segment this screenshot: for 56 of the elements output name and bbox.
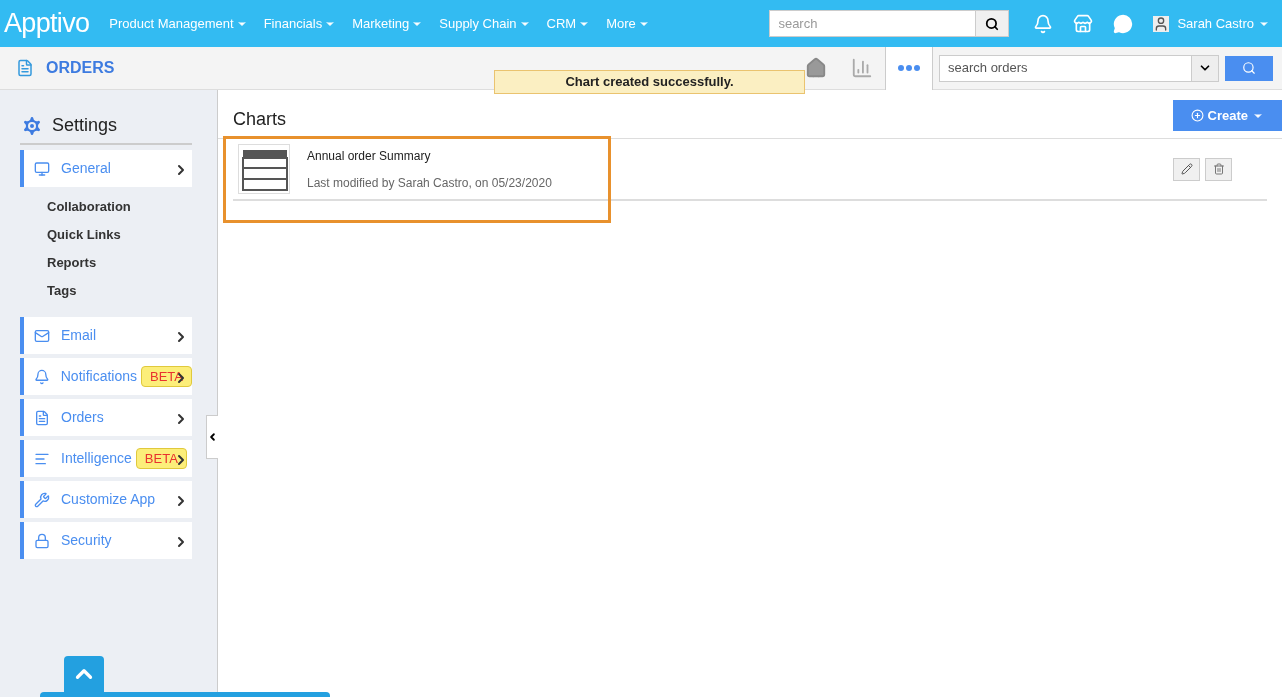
search-icon [1242, 61, 1256, 75]
avatar-icon [1153, 15, 1170, 32]
trash-icon [1212, 163, 1225, 175]
store-icon[interactable] [1073, 13, 1094, 34]
nav-menu[interactable]: Supply Chain [439, 13, 531, 34]
table-icon [238, 144, 290, 194]
delete-button[interactable] [1205, 157, 1232, 181]
bell-icon [34, 368, 50, 385]
lock-icon [34, 532, 50, 549]
edit-button[interactable] [1173, 157, 1200, 181]
plus-icon [1190, 109, 1204, 122]
chevron-icon [207, 431, 218, 443]
create-button[interactable]: Create [1172, 100, 1282, 131]
sidebar-link[interactable]: Reports [47, 253, 192, 281]
sidebar-link[interactable]: Collaboration [47, 197, 192, 225]
nav-menu[interactable]: Product Management [109, 13, 248, 34]
collapse-handle[interactable] [206, 415, 218, 459]
chart-name[interactable]: Annual order Summary [307, 146, 552, 165]
dots-icon [898, 65, 920, 71]
sidebar-title: Settings [52, 114, 118, 137]
monitor-icon [34, 160, 50, 177]
bar-chart-icon[interactable] [851, 57, 873, 79]
nav-menu[interactable]: Financials [263, 13, 337, 34]
nav-menu[interactable]: CRM [546, 13, 591, 34]
nav-menu[interactable]: More [606, 13, 650, 34]
search-button[interactable] [976, 10, 1010, 37]
sidebar-item[interactable]: Security [20, 522, 192, 559]
sidebar-link[interactable]: Quick Links [47, 225, 192, 253]
sidebar-item[interactable]: Intelligence BETA [20, 440, 192, 477]
scroll-up-button[interactable] [64, 656, 104, 692]
order-search-field[interactable]: search orders [939, 54, 1192, 82]
chart-meta: Last modified by Sarah Castro, on 05/23/2020 [307, 174, 552, 192]
bell-icon[interactable] [1033, 13, 1054, 34]
search-field[interactable]: search [769, 10, 977, 37]
sidebar-item[interactable]: General [20, 150, 192, 187]
toast-message: Chart created successfully. [494, 70, 805, 94]
sidebar-item[interactable]: Customize App [20, 481, 192, 518]
sidebar-link[interactable]: Tags [47, 281, 192, 309]
pencil-icon [1180, 163, 1193, 175]
dropdown-button[interactable] [1192, 54, 1219, 82]
nav-menu[interactable]: Marketing [352, 13, 424, 34]
app-logo[interactable]: Apptivo [4, 3, 90, 44]
document-icon [34, 409, 50, 426]
chat-icon[interactable] [1113, 13, 1134, 34]
home-icon[interactable] [805, 57, 827, 79]
wrench-icon [34, 491, 50, 508]
sidebar-item[interactable]: Email [20, 317, 192, 354]
search-icon [985, 16, 1000, 31]
envelope-icon [34, 327, 50, 344]
page-title: Charts [233, 107, 286, 131]
chart-row[interactable]: Annual order Summary Last modified by Sarah Castro, on 05/23/2020 [233, 139, 1267, 201]
module-title: ORDERS [46, 58, 115, 78]
user-menu[interactable]: Sarah Castro [1177, 13, 1270, 34]
more-button[interactable] [885, 46, 933, 90]
beta-badge: BETA [135, 447, 187, 470]
sidebar-item[interactable]: Orders [20, 399, 192, 436]
